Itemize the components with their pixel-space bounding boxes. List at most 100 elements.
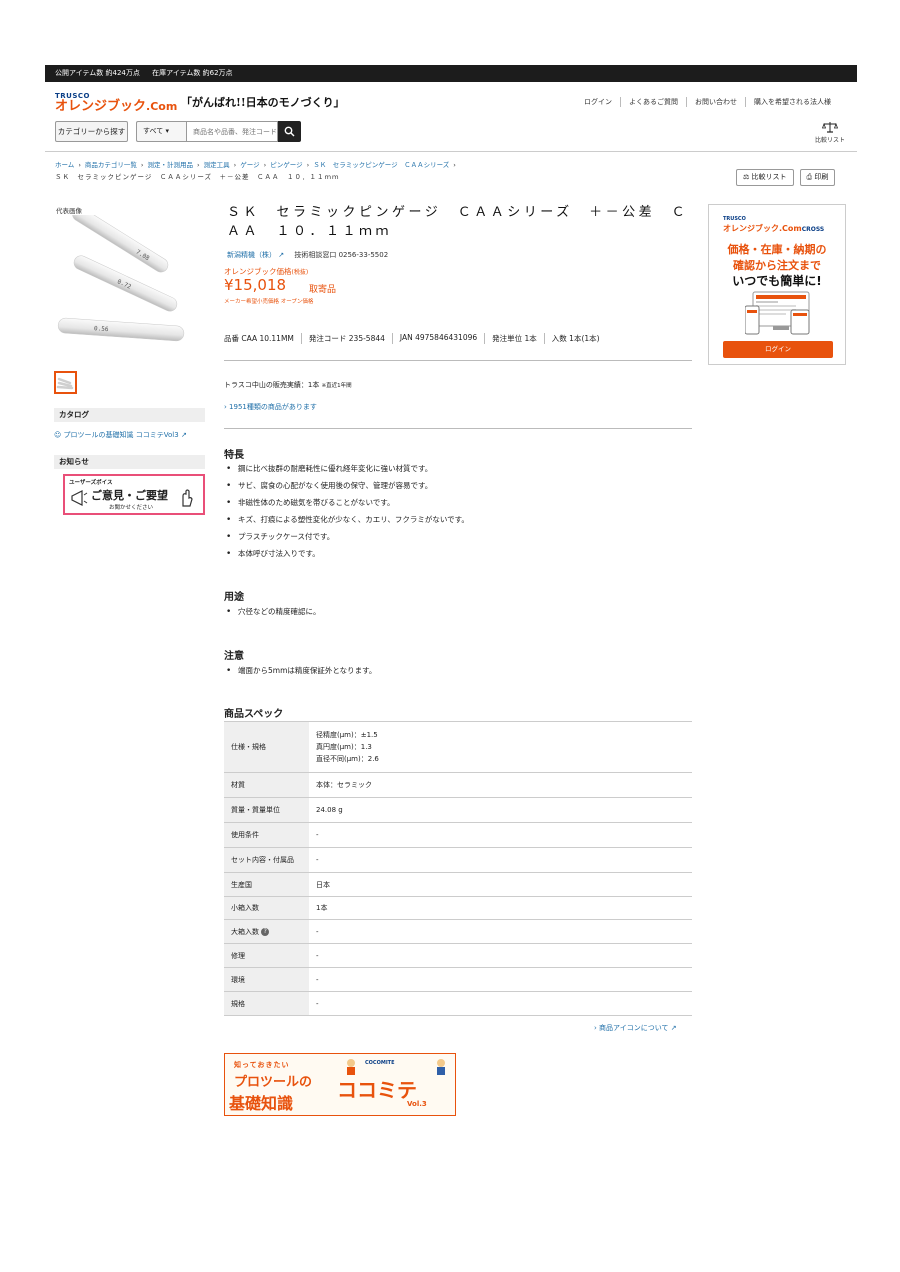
logo-com: .Com: [146, 100, 178, 113]
features-list: 鋼に比べ抜群の耐磨耗性に優れ経年変化に強い材質です。 サビ、腐食の心配がなく使用…: [226, 462, 469, 564]
list-item: サビ、腐食の心配がなく使用後の保守、管理が容易です。: [226, 479, 469, 496]
logo-main: オレンジブック: [55, 99, 147, 114]
price-tax: (税抜): [291, 269, 309, 276]
spec-key: 修理: [224, 943, 309, 968]
list-item: キズ、打痕による塑性変化が少なく、カエリ、フクラミがないです。: [226, 513, 469, 530]
code-item: 入数 1本(1本): [543, 333, 607, 344]
devices-illustration: [745, 291, 810, 335]
printer-icon: ⎙: [806, 173, 813, 181]
breadcrumb-measuring[interactable]: 測定・計測用品: [148, 161, 194, 169]
search-scope-label: すべて: [143, 127, 164, 135]
slogan: 「がんばれ!!日本のモノづくり」: [181, 96, 345, 109]
cocomite-line2: 基礎知識: [229, 1094, 294, 1113]
variants-label: 1951種類の商品があります: [229, 403, 317, 411]
spec-value: 本体：セラミック: [309, 772, 692, 798]
category-button[interactable]: カテゴリーから探す: [55, 121, 128, 142]
icon-about-link[interactable]: › 商品アイコンについて ↗: [594, 1023, 677, 1033]
cross-word: CROSS: [801, 226, 825, 233]
cross-line1: 価格・在庫・納期の: [727, 243, 827, 256]
list-item: 非磁性体のため磁気を帯びることがないです。: [226, 496, 469, 513]
table-row: 生産国 日本: [224, 872, 692, 897]
cocomite-logo: COCOMITE: [365, 1060, 395, 1066]
nav-corporate[interactable]: 購入を希望される法人様: [745, 97, 839, 107]
table-row: 規格 -: [224, 991, 692, 1016]
breadcrumb-categories[interactable]: 商品カテゴリ一覧: [85, 161, 137, 169]
catalog-link-label: プロツールの基礎知識 ココミテVol3: [63, 431, 179, 439]
table-row: 修理 -: [224, 943, 692, 968]
table-row: 材質 本体：セラミック: [224, 772, 692, 798]
chevron-right-icon: ›: [78, 161, 81, 169]
cross-brand: オレンジブック.Com: [723, 224, 802, 233]
table-row: 使用条件 -: [224, 822, 692, 848]
nav-login[interactable]: ログイン: [576, 97, 620, 107]
icon-about-label: 商品アイコンについて: [599, 1024, 669, 1032]
breadcrumb: ホーム › 商品カテゴリ一覧 › 測定・計測用品 › 測定工具 › ゲージ › ピンゲージ › ＳＫ セ…: [55, 159, 655, 183]
breadcrumb-home[interactable]: ホーム: [55, 161, 74, 169]
list-item: プラスチックケース付です。: [226, 530, 469, 547]
compare-button[interactable]: ⚖ 比較リスト: [736, 169, 794, 186]
nav-faq[interactable]: よくあるご質問: [620, 97, 686, 107]
product-title: ＳＫ セラミックピンゲージ ＣＡＡシリーズ ＋－公差 ＣＡＡ １０．１１ｍｍ: [227, 205, 689, 239]
product-thumbnail[interactable]: [54, 371, 77, 394]
maker-name: 新潟精機（株）: [227, 251, 276, 259]
site-header: TRUSCO オレンジブック.Com 「がんばれ!!日本のモノづくり」 ログイン…: [45, 82, 857, 152]
breadcrumb-tools[interactable]: 測定工具: [204, 161, 230, 169]
spec-key: 質量・質量単位: [224, 797, 309, 823]
chevron-right-icon: ›: [306, 161, 310, 169]
product-codes: 品番 CAA 10.11MM 発注コード 235-5844 JAN 497584…: [224, 333, 607, 344]
price-label: オレンジブック価格: [224, 267, 292, 276]
list-item: 端面から5mmは精度保証外となります。: [226, 664, 376, 681]
catalog-link[interactable]: ☺ プロツールの基礎知識 ココミテVol3 ↗: [54, 430, 187, 440]
spec-key: 生産国: [224, 872, 309, 897]
spec-key: 規格: [224, 991, 309, 1016]
spec-value: 24.08 g: [309, 797, 692, 823]
cross-line2: 確認から注文まで: [733, 259, 821, 272]
users-voice-banner[interactable]: ユーザーズボイス ご意見・ご要望 お聞かせください: [63, 474, 205, 515]
top-nav: ログイン よくあるご質問 お問い合わせ 購入を希望される法人様: [576, 97, 839, 107]
cross-trusco: TRUSCO: [723, 216, 746, 222]
table-row: 大箱入数 ? -: [224, 919, 692, 944]
chevron-right-icon: ›: [233, 161, 237, 169]
code-item: 発注単位 1本: [484, 333, 544, 344]
spec-key: セット内容・付属品: [224, 847, 309, 873]
spec-key: 大箱入数: [231, 927, 259, 936]
maker-price: メーカー希望小売価格 オープン価格: [224, 299, 314, 305]
product-image[interactable]: 7.08 0.72 0.56: [56, 215, 186, 350]
spec-key: 仕様・規格: [224, 721, 309, 773]
spec-value: -: [309, 967, 692, 992]
chevron-right-icon: ›: [453, 161, 456, 169]
usage-heading: 用途: [224, 592, 244, 603]
pin-label: 0.56: [94, 325, 109, 333]
site-logo[interactable]: TRUSCO オレンジブック.Com: [55, 92, 177, 113]
breadcrumb-pin-gauge[interactable]: ピンゲージ: [270, 161, 302, 169]
breadcrumb-series[interactable]: ＳＫ セラミックピンゲージ ＣＡＡシリーズ: [313, 161, 449, 169]
news-heading: お知らせ: [54, 455, 205, 469]
search-button[interactable]: [278, 121, 301, 142]
scale-icon: [821, 122, 839, 133]
external-link-icon: ↗: [278, 251, 285, 259]
help-icon[interactable]: ?: [261, 927, 270, 936]
chevron-right-icon: ›: [140, 161, 144, 169]
caution-list: 端面から5mmは精度保証外となります。: [226, 664, 376, 681]
search-scope-select[interactable]: すべて ▾: [136, 121, 186, 142]
breadcrumb-gauge[interactable]: ゲージ: [240, 161, 259, 169]
chevron-right-icon: ›: [197, 161, 200, 169]
cross-ad[interactable]: TRUSCO オレンジブック.ComCROSS 価格・在庫・納期の 確認から注文…: [708, 204, 846, 365]
cocomite-banner[interactable]: 知っておきたい プロツールの 基礎知識 COCOMITE ココミテ Vol.3: [224, 1053, 456, 1116]
table-row: セット内容・付属品 -: [224, 847, 692, 873]
caution-heading: 注意: [224, 651, 244, 662]
sales-note: ※直近1年間: [321, 383, 352, 389]
hand-icon: [182, 489, 193, 507]
cross-login-button[interactable]: ログイン: [723, 341, 833, 358]
nav-contact[interactable]: お問い合わせ: [686, 97, 745, 107]
maker-link[interactable]: 新潟精機（株） ↗: [227, 251, 284, 259]
search-input[interactable]: [186, 121, 278, 142]
breadcrumb-current: ＳＫ セラミックピンゲージ ＣＡＡシリーズ ＋－公差 ＣＡＡ １０．１１ｍｍ: [55, 173, 340, 181]
variants-link[interactable]: › 1951種類の商品があります: [224, 402, 317, 412]
compare-list-link[interactable]: 比較リスト: [813, 121, 847, 144]
stock-items-count: 在庫アイテム数 約62万点: [152, 69, 233, 77]
spec-key: 小箱入数: [224, 896, 309, 920]
print-button[interactable]: ⎙ 印刷: [799, 169, 836, 186]
divider: [224, 428, 692, 429]
code-item: 品番 CAA 10.11MM: [224, 334, 294, 343]
